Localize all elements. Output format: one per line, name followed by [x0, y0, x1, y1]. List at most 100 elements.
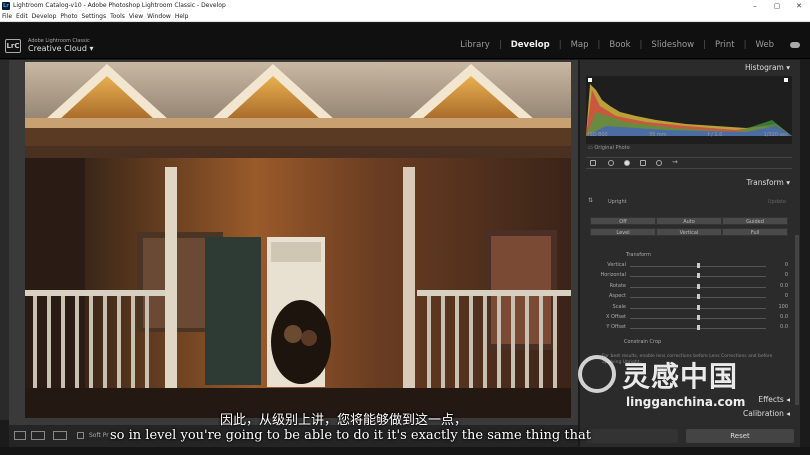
slider-value[interactable]: 100 — [778, 304, 788, 310]
transform-slider-row[interactable]: Horizontal 0 — [586, 272, 792, 280]
transform-slider-row[interactable]: Scale 100 — [586, 304, 792, 312]
menu-photo[interactable]: Photo — [60, 12, 77, 21]
transform-header[interactable]: Transform ▾ — [747, 178, 790, 187]
module-slideshow[interactable]: Slideshow — [651, 40, 694, 50]
red-eye-icon[interactable] — [624, 160, 630, 166]
menu-file[interactable]: File — [2, 12, 12, 21]
upright-tool-icon[interactable]: ⇅ — [588, 197, 593, 204]
previous-button[interactable] — [586, 429, 678, 443]
loupe-view-icon[interactable] — [14, 431, 26, 440]
transform-slider-row[interactable]: Vertical 0 — [586, 262, 792, 270]
lightroom-window: Lr Lightroom Catalog-v10 - Adobe Photosh… — [0, 0, 810, 455]
upright-guided-button[interactable]: Guided — [722, 217, 788, 225]
upright-update-button[interactable]: Update — [768, 199, 786, 205]
menu-bar: File Edit Develop Photo Settings Tools V… — [0, 12, 810, 22]
close-button[interactable]: ✕ — [788, 0, 810, 12]
slider-knob[interactable] — [696, 273, 700, 279]
menu-view[interactable]: View — [129, 12, 143, 21]
subtitle-english: so in level you're going to be able to d… — [110, 428, 591, 443]
module-separator: | — [743, 40, 747, 50]
slider-label: Aspect — [609, 293, 626, 300]
filmstrip — [0, 447, 810, 455]
brand-name: Creative Cloud — [28, 44, 87, 53]
constrain-crop-checkbox[interactable]: Constrain Crop — [624, 339, 661, 345]
module-print[interactable]: Print — [715, 40, 735, 50]
menu-settings[interactable]: Settings — [82, 12, 107, 21]
module-separator: | — [639, 40, 643, 50]
cloud-icon[interactable] — [790, 42, 800, 48]
lrc-logo: LrC — [5, 39, 21, 53]
module-separator: | — [703, 40, 707, 50]
module-develop[interactable]: Develop — [511, 40, 550, 50]
module-library[interactable]: Library — [460, 40, 490, 50]
module-web[interactable]: Web — [755, 40, 774, 50]
upright-label: Upright — [608, 199, 627, 205]
watermark-url: lingganchina.com — [626, 395, 746, 409]
slider-label: Vertical — [607, 262, 626, 268]
maximize-button[interactable]: ▢ — [766, 0, 788, 12]
slider-knob[interactable] — [696, 304, 700, 310]
module-book[interactable]: Book — [609, 40, 630, 50]
histogram-title: Histogram — [744, 63, 784, 72]
lightroom-app-icon: Lr — [2, 2, 10, 10]
photo-preview[interactable] — [25, 62, 571, 418]
photo-canvas[interactable] — [9, 60, 578, 425]
menu-help[interactable]: Help — [175, 12, 189, 21]
upright-off-button[interactable]: Off — [590, 217, 656, 225]
shutter-speed: 1/320 sec — [763, 132, 788, 138]
slider-knob[interactable] — [696, 315, 700, 320]
slider-knob[interactable] — [696, 325, 700, 331]
spot-removal-icon[interactable] — [608, 160, 614, 166]
reset-button[interactable]: Reset — [686, 429, 794, 443]
radial-filter-icon[interactable] — [656, 160, 662, 166]
slider-label: X Offset — [605, 314, 626, 320]
slider-value[interactable]: 0.0 — [780, 324, 788, 330]
watermark: 灵感中国 lingganchina.com — [578, 355, 798, 415]
module-separator: | — [558, 40, 562, 50]
iso-value: ISO 800 — [588, 132, 608, 138]
minimize-button[interactable]: – — [744, 0, 766, 12]
compare-view-icon[interactable] — [53, 431, 67, 440]
subtitle-chinese: 因此，从级别上讲，您将能够做到这一点， — [220, 413, 468, 428]
original-photo-toggle[interactable]: ▭ Original Photo — [588, 145, 630, 151]
slider-label: Rotate — [609, 282, 626, 289]
slider-value[interactable]: 0 — [785, 293, 788, 299]
title-bar: Lr Lightroom Catalog-v10 - Adobe Photosh… — [0, 0, 810, 12]
slider-knob[interactable] — [696, 283, 700, 289]
slider-label: Horizontal — [600, 272, 626, 279]
window-title: Lightroom Catalog-v10 - Adobe Photoshop … — [13, 2, 226, 9]
module-picker: Library | Develop | Map | Book | Slidesh… — [451, 40, 774, 50]
menu-window[interactable]: Window — [147, 12, 171, 21]
transform-slider-row[interactable]: Y Offset 0.0 — [586, 324, 792, 332]
brush-tool-icon[interactable]: ⇝ — [672, 159, 678, 166]
soft-proofing-checkbox[interactable] — [77, 432, 84, 439]
transform-slider-row[interactable]: Aspect 0 — [586, 293, 792, 301]
upright-level-button[interactable]: Level — [590, 228, 656, 236]
aperture-value: f / 1.0 — [707, 132, 723, 138]
menu-edit[interactable]: Edit — [16, 12, 28, 21]
left-panel-collapsed[interactable] — [0, 60, 9, 420]
upright-vertical-button[interactable]: Vertical — [656, 228, 722, 236]
identity-dropdown[interactable]: Creative Cloud ▾ — [28, 44, 94, 53]
histogram-header[interactable]: Histogram ▾ — [745, 63, 790, 72]
slider-label: Y Offset — [606, 324, 626, 331]
slider-knob[interactable] — [696, 294, 700, 300]
focal-length: 35 mm — [648, 132, 667, 138]
slider-value[interactable]: 0.0 — [780, 314, 788, 320]
menu-develop[interactable]: Develop — [32, 12, 57, 21]
transform-slider-row[interactable]: Rotate 0.0 — [586, 283, 792, 291]
upright-full-button[interactable]: Full — [722, 228, 788, 236]
menu-tools[interactable]: Tools — [110, 12, 125, 21]
graduated-filter-icon[interactable] — [640, 160, 646, 166]
slider-value[interactable]: 0 — [785, 262, 788, 268]
crop-tool-icon[interactable] — [590, 160, 596, 166]
original-photo-label: Original Photo — [594, 145, 630, 151]
slider-value[interactable]: 0.0 — [780, 283, 788, 289]
soft-proofing-label: Soft Pr — [89, 432, 109, 439]
slider-value[interactable]: 0 — [785, 272, 788, 278]
transform-slider-row[interactable]: X Offset 0.0 — [586, 314, 792, 322]
before-after-icon[interactable] — [31, 431, 45, 440]
module-map[interactable]: Map — [571, 40, 589, 50]
upright-auto-button[interactable]: Auto — [656, 217, 722, 225]
slider-knob[interactable] — [696, 263, 700, 268]
